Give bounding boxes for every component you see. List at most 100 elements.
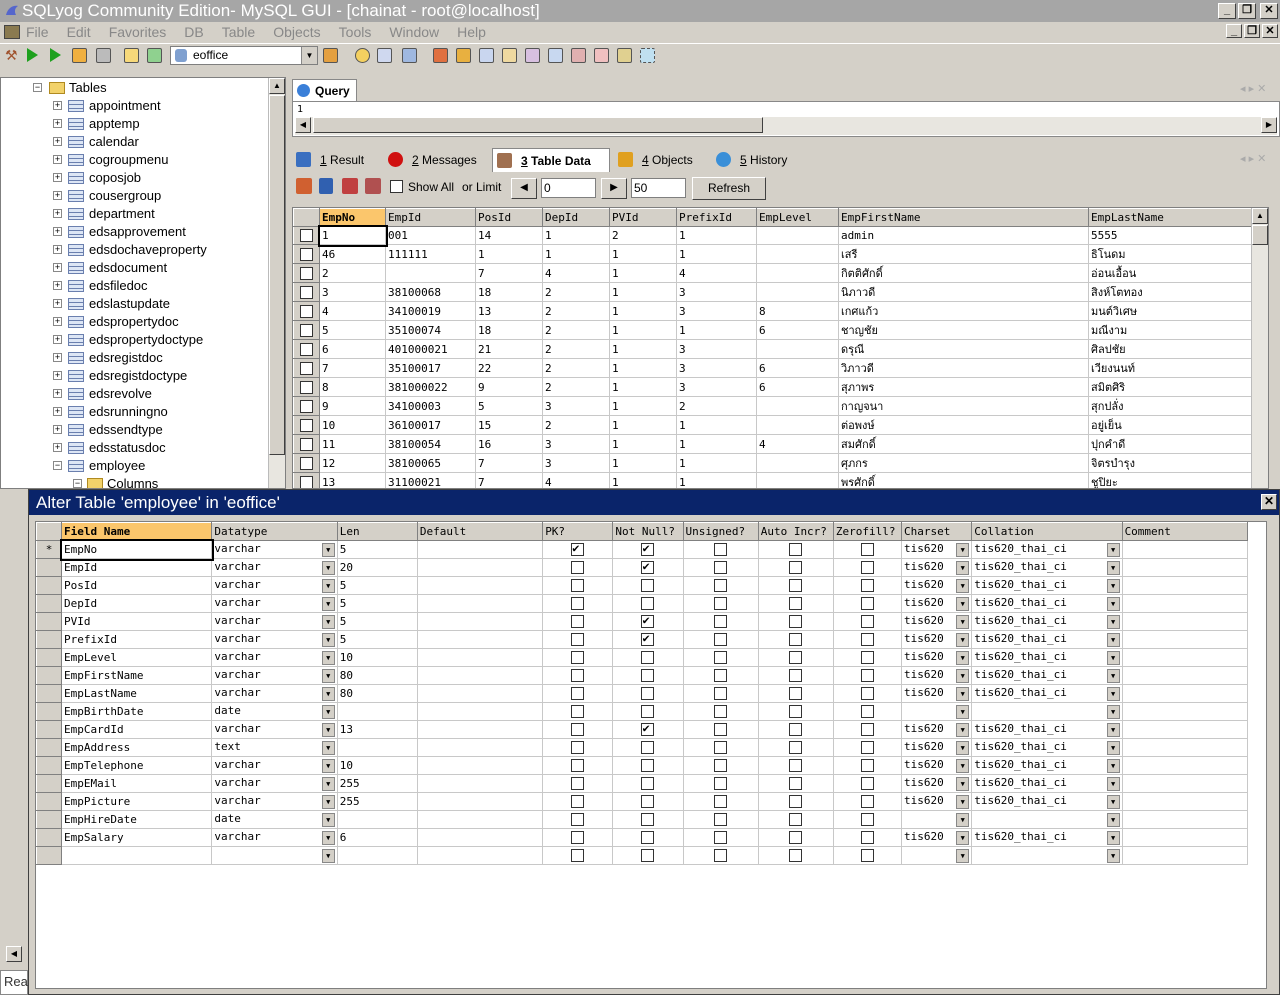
unsigned-checkbox-box[interactable] [714, 705, 728, 719]
not-null-checkbox-box[interactable] [641, 560, 655, 575]
chevron-down-icon[interactable]: ▼ [1106, 669, 1120, 683]
row-selector[interactable] [36, 576, 63, 595]
table-cell[interactable]: 5555 [1088, 226, 1254, 245]
pk-checkbox[interactable] [542, 684, 614, 703]
row-checkbox[interactable] [300, 229, 313, 243]
zerofill-checkbox-box[interactable] [860, 831, 874, 845]
collation-select[interactable]: ▼ tis620_thai_ci [971, 612, 1123, 631]
length-cell[interactable] [336, 702, 418, 721]
tree-scroll-thumb[interactable] [269, 95, 285, 455]
pk-checkbox[interactable] [542, 720, 614, 739]
table-cell[interactable]: สมศักดิ์ [838, 434, 1089, 454]
table-cell[interactable]: 1 [609, 358, 677, 378]
tab-objects[interactable]: 4 Objects [614, 148, 693, 172]
table-cell[interactable]: ต่อพงษ์ [838, 415, 1089, 435]
comment-cell[interactable] [1121, 648, 1249, 667]
tab-history[interactable]: 5 History [712, 148, 787, 172]
table-cell[interactable]: 1 [676, 453, 757, 473]
chevron-down-icon[interactable]: ▼ [956, 741, 970, 755]
table-cell[interactable]: 6 [756, 358, 839, 378]
table-row[interactable]: 5 35100074 18 2 1 1 6 ชาญชัย มณีงาม [293, 320, 1254, 340]
table-cell[interactable]: 1 [542, 244, 610, 264]
table-row[interactable]: 6 401000021 21 2 1 3 ดรุณี ศิลปชัย [293, 339, 1254, 359]
row-checkbox[interactable] [300, 380, 313, 394]
row-checkbox[interactable] [300, 418, 313, 432]
not-null-checkbox[interactable] [612, 630, 684, 649]
table-cell[interactable]: 1 [609, 396, 677, 416]
auto-incr-checkbox[interactable] [757, 576, 834, 595]
table-cell[interactable]: 1 [676, 415, 757, 435]
chevron-down-icon[interactable]: ▼ [956, 813, 970, 827]
charset-select[interactable]: ▼ tis620 [901, 774, 973, 793]
table-cell[interactable]: 1 [609, 282, 677, 302]
auto-incr-checkbox[interactable] [757, 738, 834, 757]
tree-table-item[interactable]: + edspropertydoctype [53, 331, 273, 349]
tree-table-item[interactable]: + cogroupmenu [53, 151, 273, 169]
search-icon[interactable] [377, 48, 392, 63]
table-row[interactable]: 4 34100019 13 2 1 3 8 เกศแก้ว มนต์วิเศษ [293, 301, 1254, 321]
length-cell[interactable] [336, 810, 418, 829]
row-selector[interactable] [36, 666, 63, 685]
auto-incr-checkbox[interactable] [757, 558, 834, 577]
prev-page-button[interactable]: ◀ [511, 178, 537, 199]
table-cell[interactable]: 6 [756, 320, 839, 340]
expand-icon[interactable]: + [53, 209, 62, 218]
length-cell[interactable]: 20 [336, 558, 418, 577]
chevron-down-icon[interactable]: ▼ [956, 831, 970, 845]
table-cell[interactable]: 4 [542, 263, 610, 283]
collation-select[interactable]: ▼ tis620_thai_ci [971, 738, 1123, 757]
tree-table-item[interactable]: + apptemp [53, 115, 273, 133]
collation-select[interactable]: ▼ tis620_thai_ci [971, 792, 1123, 811]
field-row[interactable]: PosId ▼ varchar 5 ▼ tis620 ▼ tis620_thai_ci [36, 576, 1249, 595]
default-cell[interactable] [416, 810, 544, 829]
chevron-down-icon[interactable]: ▼ [956, 543, 970, 557]
table-cell[interactable]: 2 [542, 282, 610, 302]
comment-cell[interactable] [1121, 846, 1249, 865]
auto-incr-checkbox-box[interactable] [789, 795, 803, 809]
table-cell[interactable]: เสรี [838, 244, 1089, 264]
not-null-checkbox[interactable] [612, 684, 684, 703]
auto-incr-checkbox-box[interactable] [789, 687, 803, 701]
table-cell[interactable]: 3 [542, 396, 610, 416]
auto-incr-checkbox[interactable] [757, 702, 834, 721]
field-name-cell[interactable]: PosId [61, 576, 213, 595]
unsigned-checkbox-box[interactable] [714, 777, 728, 791]
zerofill-checkbox-box[interactable] [860, 615, 874, 629]
zerofill-checkbox-box[interactable] [860, 777, 874, 791]
auto-incr-checkbox[interactable] [757, 630, 834, 649]
unsigned-checkbox-box[interactable] [714, 597, 728, 611]
collation-select[interactable]: ▼ tis620_thai_ci [971, 540, 1123, 559]
pk-checkbox[interactable] [542, 738, 614, 757]
not-null-checkbox[interactable] [612, 774, 684, 793]
collation-select[interactable]: ▼ tis620_thai_ci [971, 666, 1123, 685]
field-name-cell[interactable]: DepId [61, 594, 213, 613]
editor-scroll-thumb[interactable] [313, 117, 763, 133]
auto-incr-checkbox[interactable] [757, 792, 834, 811]
datatype-select[interactable]: ▼ date [211, 702, 338, 721]
auto-incr-checkbox-box[interactable] [789, 543, 803, 557]
zerofill-checkbox-box[interactable] [860, 795, 874, 809]
pk-checkbox-box[interactable] [571, 651, 585, 665]
table-cell[interactable]: กาญจนา [838, 396, 1089, 416]
close-button[interactable]: ✕ [1260, 3, 1278, 19]
chevron-down-icon[interactable]: ▼ [321, 849, 335, 863]
comment-cell[interactable] [1121, 576, 1249, 595]
unsigned-checkbox[interactable] [682, 738, 759, 757]
auto-incr-checkbox[interactable] [757, 756, 834, 775]
chevron-down-icon[interactable]: ▼ [321, 795, 335, 809]
table-cell[interactable]: 7 [319, 358, 386, 378]
not-null-checkbox[interactable] [612, 576, 684, 595]
pk-checkbox-box[interactable] [571, 723, 585, 737]
relations-icon[interactable] [640, 48, 655, 63]
chevron-down-icon[interactable]: ▼ [1106, 795, 1120, 809]
collation-select[interactable]: ▼ tis620_thai_ci [971, 576, 1123, 595]
collation-select[interactable]: ▼ [971, 810, 1123, 829]
user-manager-icon[interactable] [323, 48, 338, 63]
table-cell[interactable]: ปุกคำดี [1088, 434, 1254, 454]
field-name-cell[interactable]: EmpId [61, 558, 213, 577]
restore-button[interactable]: ❐ [1238, 3, 1256, 19]
chevron-down-icon[interactable]: ▼ [1106, 831, 1120, 845]
unsigned-checkbox-box[interactable] [714, 615, 728, 629]
zerofill-checkbox-box[interactable] [860, 723, 874, 737]
length-cell[interactable]: 5 [336, 594, 418, 613]
